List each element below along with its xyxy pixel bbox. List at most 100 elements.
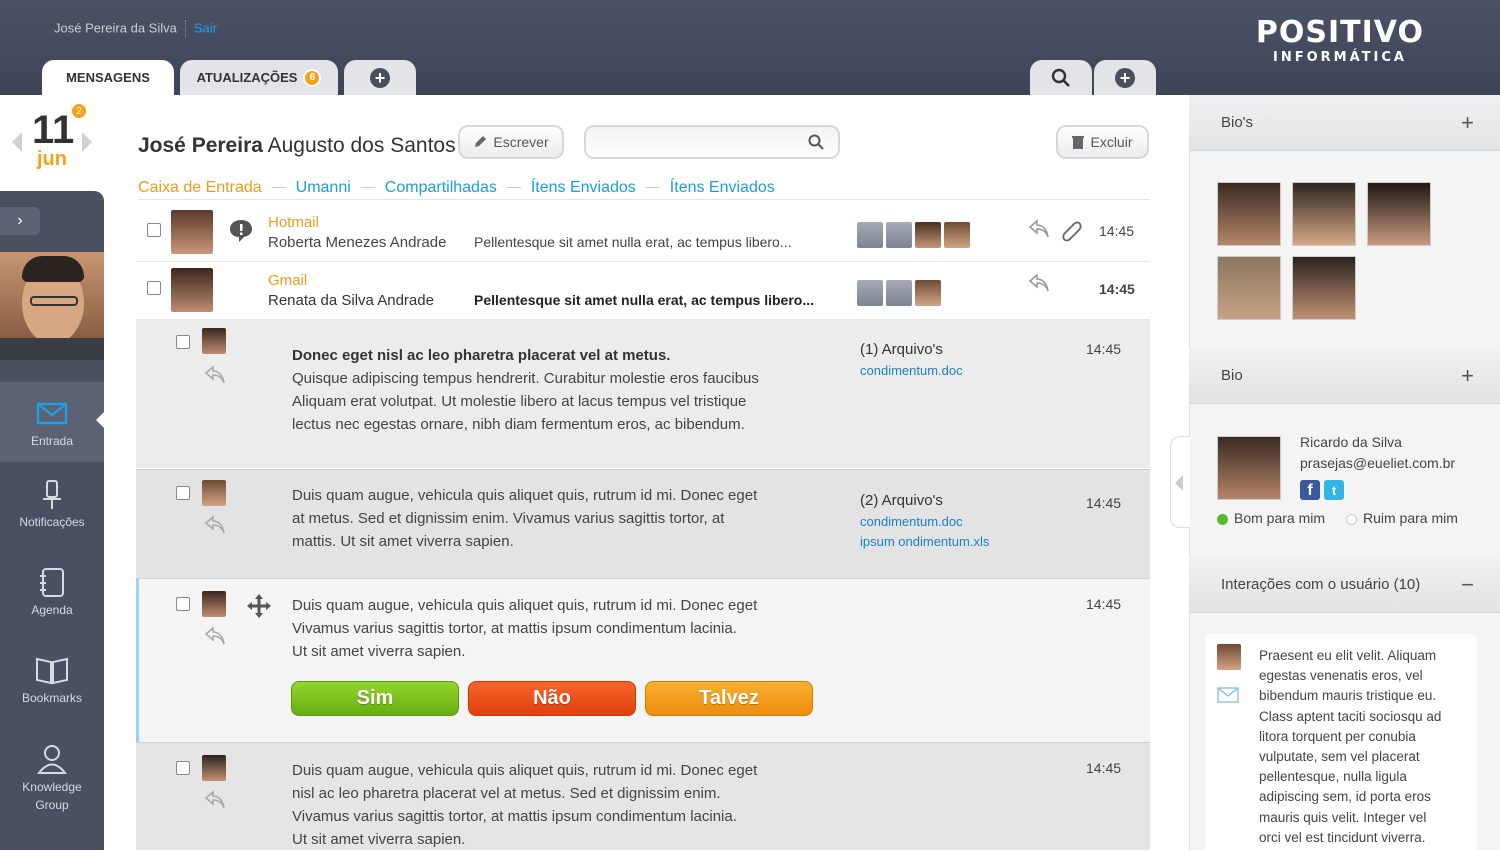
thread-message[interactable]: Duis quam augue, vehicula quis aliquet q… [136, 469, 1150, 578]
row-checkbox[interactable] [176, 761, 190, 775]
logout-link[interactable]: Sair [194, 20, 217, 35]
date-badge: 2 [70, 102, 88, 120]
thread-line: Vivamus varius sagittis tortor, at matti… [292, 808, 737, 825]
plus-icon[interactable]: + [1461, 110, 1474, 136]
message-sender: Roberta Menezes Andrade [268, 234, 447, 251]
thread-message[interactable]: Duis quam augue, vehicula quis aliquet q… [136, 578, 1150, 742]
delete-button[interactable]: Excluir [1056, 125, 1149, 159]
collapse-panel-tab[interactable] [1170, 436, 1190, 528]
add-button-right[interactable]: + [1094, 60, 1156, 95]
prev-day-arrow-icon[interactable] [12, 132, 22, 152]
sender-avatar [171, 210, 213, 254]
interactions-section-header[interactable]: Interações com o usuário (10) − [1189, 557, 1500, 613]
nav-agenda[interactable]: Agenda [0, 563, 104, 643]
expand-sidebar-button[interactable]: › [0, 207, 40, 235]
good-for-me-option[interactable]: Bom para mim [1217, 510, 1325, 526]
sender-avatar [202, 480, 226, 506]
table-row[interactable]: Gmail Renata da Silva Andrade Pellentesq… [136, 262, 1150, 320]
sender-avatar [171, 268, 213, 312]
search-tab-button[interactable] [1030, 60, 1092, 95]
message-time: 14:45 [1086, 760, 1122, 776]
row-checkbox[interactable] [147, 281, 161, 295]
search-input[interactable] [596, 127, 806, 157]
bio-avatar[interactable] [1217, 256, 1281, 320]
reply-icon[interactable] [1028, 218, 1050, 240]
search-icon[interactable] [808, 134, 824, 150]
bio-avatar[interactable] [1292, 182, 1356, 246]
folder-sent-2[interactable]: Ítens Enviados [670, 179, 775, 197]
folder-sent[interactable]: Ítens Enviados [531, 179, 636, 197]
move-icon[interactable] [246, 593, 272, 619]
bio-section-header[interactable]: Bio + [1189, 348, 1500, 404]
attachments-title: (1) Arquivo's [860, 341, 943, 358]
message-source: Gmail [268, 272, 308, 289]
reply-icon[interactable] [204, 514, 226, 536]
reply-icon[interactable] [204, 625, 226, 647]
attachment-link[interactable]: ipsum ondimentum.xls [860, 532, 989, 552]
bio-avatar[interactable] [1217, 182, 1281, 246]
minus-icon[interactable]: − [1461, 572, 1474, 598]
search-box[interactable] [584, 125, 840, 159]
facebook-icon[interactable]: f [1300, 480, 1320, 500]
vote-no-button[interactable]: Não [468, 681, 636, 716]
row-checkbox[interactable] [147, 223, 161, 237]
reply-icon[interactable] [204, 364, 226, 386]
thread-line: at metus. Sed et dignissim enim. Vivamus… [292, 510, 725, 527]
sender-avatar [202, 755, 226, 781]
participants [857, 222, 973, 251]
bios-section-header[interactable]: Bio's + [1189, 95, 1500, 151]
message-time: 14:45 [1099, 223, 1135, 239]
attachment-link[interactable]: condimentum.doc [860, 361, 963, 381]
message-time: 14:45 [1086, 341, 1122, 357]
reply-icon[interactable] [1028, 272, 1050, 294]
date-month: jun [37, 148, 67, 170]
folder-shared[interactable]: Compartilhadas [385, 179, 497, 197]
bad-for-me-option[interactable]: Ruim para mim [1346, 510, 1458, 526]
compose-button[interactable]: Escrever [458, 125, 564, 159]
bio-name: Ricardo da Silva [1300, 434, 1402, 450]
thread-message[interactable]: Duis quam augue, vehicula quis aliquet q… [136, 742, 1150, 850]
thread-line: Ut sit amet viverra sapien. [292, 643, 466, 660]
add-tab-button[interactable]: + [344, 60, 416, 95]
tab-mensagens[interactable]: MENSAGENS [42, 60, 174, 95]
thread-line: lectus nec egestas ornare, nibh diam fer… [292, 416, 745, 433]
pin-icon [43, 480, 61, 509]
twitter-icon[interactable]: t [1324, 480, 1344, 500]
bio-email[interactable]: prasejas@eueliet.com.br [1300, 455, 1455, 471]
search-icon [1051, 68, 1070, 87]
vote-yes-button[interactable]: Sim [291, 681, 459, 716]
thread-line: Duis quam augue, vehicula quis aliquet q… [292, 597, 758, 614]
attachment-link[interactable]: condimentum.doc [860, 512, 989, 532]
folder-tabs: Caixa de Entrada Umanni Compartilhadas Í… [138, 176, 1150, 200]
message-time: 14:45 [1086, 495, 1122, 511]
thread-line: Vivamus varius sagittis tortor, at matti… [292, 620, 737, 637]
table-row[interactable]: Hotmail Roberta Menezes Andrade Pellente… [136, 204, 1150, 262]
thread-title: Donec eget nisl ac leo pharetra placerat… [292, 347, 671, 364]
message-time: 14:45 [1086, 596, 1122, 612]
book-icon [36, 657, 68, 685]
agenda-icon [40, 568, 64, 597]
vote-maybe-button[interactable]: Talvez [645, 681, 813, 716]
plus-icon[interactable]: + [1461, 363, 1474, 389]
group-icon [36, 745, 68, 774]
nav-knowledge-group[interactable]: Knowledge Group [0, 742, 104, 832]
message-sender: Renata da Silva Andrade [268, 292, 434, 309]
date-day: 11 [32, 108, 75, 152]
nav-bookmarks[interactable]: Bookmarks [0, 651, 104, 731]
row-checkbox[interactable] [176, 597, 190, 611]
next-day-arrow-icon[interactable] [82, 132, 92, 152]
nav-entrada[interactable]: Entrada [0, 382, 104, 462]
reply-icon[interactable] [204, 789, 226, 811]
tab-atualizacoes[interactable]: ATUALIZAÇÕES 6 [180, 60, 338, 95]
bio-avatar[interactable] [1367, 182, 1431, 246]
user-line: José Pereira da Silva Sair [54, 20, 217, 38]
nav-notificacoes[interactable]: Notificações [0, 475, 104, 555]
thread-message[interactable]: Donec eget nisl ac leo pharetra placerat… [136, 320, 1150, 468]
row-checkbox[interactable] [176, 335, 190, 349]
avatar[interactable] [0, 252, 104, 360]
folder-inbox[interactable]: Caixa de Entrada [138, 179, 262, 197]
trash-icon [1072, 136, 1085, 149]
folder-umanni[interactable]: Umanni [296, 179, 351, 197]
bio-avatar[interactable] [1292, 256, 1356, 320]
row-checkbox[interactable] [176, 486, 190, 500]
